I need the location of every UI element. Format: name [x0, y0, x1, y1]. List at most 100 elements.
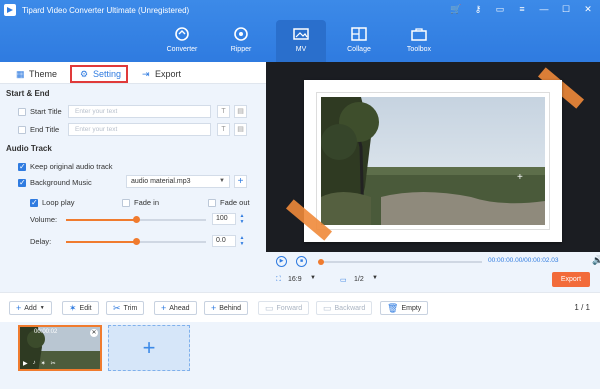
progress-track[interactable]	[318, 261, 482, 263]
tab-export[interactable]: ⇥ Export	[142, 65, 181, 83]
add-button[interactable]: + Add ▼	[9, 301, 52, 315]
nav-mv[interactable]: MV	[276, 20, 326, 62]
window-controls: 🛒 ⚷ ▭ ≡ — ☐ ✕	[450, 3, 594, 15]
timeline-clip[interactable]: 00:00:02 ✕ ▶ ♪ ✶ ✂	[18, 325, 102, 371]
edit-button[interactable]: ✶ Edit	[62, 301, 99, 315]
start-title-edit-button[interactable]: ▤	[234, 105, 247, 118]
end-title-label: End Title	[30, 125, 60, 134]
volume-label: Volume:	[30, 215, 58, 224]
start-title-font-button[interactable]: T	[217, 105, 230, 118]
nav-converter-label: Converter	[166, 46, 198, 53]
minimize-icon[interactable]: —	[538, 3, 550, 15]
forward-button[interactable]: ▭ Forward	[258, 301, 310, 315]
player-controls: ▶ ■ 00:00:00.00/00:00:02.03 🔊 ⛶ 16:9 ▼ ▭…	[266, 252, 600, 292]
main-nav: Converter Ripper MV Collage Toolbox	[0, 20, 600, 62]
volume-input[interactable]: 100	[212, 213, 236, 225]
nav-converter[interactable]: Converter	[157, 20, 207, 62]
volume-stepper[interactable]: ▲ ▼	[238, 213, 246, 225]
behind-button[interactable]: + Behind	[204, 301, 249, 315]
ahead-icon: +	[161, 303, 167, 313]
chat-icon[interactable]: ▭	[494, 3, 506, 15]
maximize-icon[interactable]: ☐	[560, 3, 572, 15]
aspect-ratio-select[interactable]: 16:9	[288, 276, 302, 283]
end-title-checkbox[interactable]	[18, 125, 26, 134]
background-music-value: audio material.mp3	[131, 178, 191, 185]
key-icon[interactable]: ⚷	[472, 3, 484, 15]
close-icon[interactable]: ✕	[582, 3, 594, 15]
stop-button[interactable]: ■	[296, 256, 307, 267]
menu-icon[interactable]: ≡	[516, 3, 528, 15]
delay-slider-fill	[66, 241, 136, 243]
time-display: 00:00:00.00/00:00:02.03	[488, 257, 559, 264]
behind-icon: +	[211, 303, 217, 313]
start-title-label: Start Title	[30, 107, 62, 116]
keep-original-row: Keep original audio track	[18, 162, 113, 171]
fade-out-label: Fade out	[220, 198, 250, 207]
delay-input[interactable]: 0.0	[212, 235, 236, 247]
add-music-button[interactable]: +	[234, 175, 247, 188]
gear-icon: ⚙	[80, 68, 89, 79]
backward-button[interactable]: ▭ Backward	[316, 301, 373, 315]
background-music-select[interactable]: audio material.mp3 ▼	[126, 175, 230, 188]
delay-slider[interactable]	[66, 238, 206, 245]
start-title-row: Start Title	[18, 107, 62, 116]
delay-stepper[interactable]: ▲ ▼	[238, 235, 246, 247]
end-title-font-button[interactable]: T	[217, 123, 230, 136]
forward-label: Forward	[276, 304, 303, 312]
trim-button[interactable]: ✂ Trim	[106, 301, 145, 315]
trim-label: Trim	[123, 304, 138, 312]
end-title-edit-button[interactable]: ▤	[234, 123, 247, 136]
ahead-label: Ahead	[169, 304, 190, 312]
mv-icon	[293, 28, 309, 40]
keep-original-checkbox[interactable]	[18, 162, 26, 171]
ahead-button[interactable]: + Ahead	[154, 301, 197, 315]
volume-slider-fill	[66, 219, 136, 221]
background-music-label: Background Music	[30, 178, 92, 187]
tab-export-label: Export	[155, 69, 182, 79]
nav-toolbox[interactable]: Toolbox	[394, 20, 444, 62]
play-button[interactable]: ▶	[276, 256, 287, 267]
audio-track-heading: Audio Track	[6, 144, 52, 153]
start-title-input[interactable]: Enter your text	[68, 105, 211, 118]
photo-frame	[304, 80, 562, 242]
backward-label: Backward	[334, 304, 366, 312]
add-clip-button[interactable]: +	[108, 325, 190, 371]
clip-audio-icon[interactable]: ♪	[33, 360, 36, 367]
start-title-checkbox[interactable]	[18, 107, 26, 116]
tab-theme[interactable]: ▦ Theme	[16, 65, 57, 83]
cart-icon[interactable]: 🛒	[450, 3, 462, 15]
clip-effect-icon[interactable]: ✶	[41, 360, 46, 367]
nav-ripper[interactable]: Ripper	[216, 20, 266, 62]
loop-play-label: Loop play	[42, 198, 75, 207]
end-title-input[interactable]: Enter your text	[68, 123, 211, 136]
clip-cut-icon[interactable]: ✂	[51, 360, 56, 367]
crosshair-icon: +	[517, 172, 523, 183]
fade-out-row: Fade out	[208, 198, 250, 207]
tab-setting[interactable]: ⚙ Setting	[70, 65, 128, 83]
start-end-heading: Start & End	[6, 89, 50, 98]
clip-toolbar: + Add ▼ ✶ Edit ✂ Trim + Ahead + Behind ▭…	[0, 292, 600, 322]
volume-slider-knob[interactable]	[133, 216, 140, 223]
delay-slider-knob[interactable]	[133, 238, 140, 245]
clip-close-icon[interactable]: ✕	[90, 329, 98, 337]
nav-mv-label: MV	[295, 46, 307, 53]
clip-play-icon[interactable]: ▶	[23, 360, 28, 367]
volume-slider[interactable]	[66, 216, 206, 223]
timeline: 00:00:02 ✕ ▶ ♪ ✶ ✂ +	[0, 322, 600, 389]
background-music-checkbox[interactable]	[18, 178, 26, 187]
aspect-ratio-icon: ⛶	[276, 276, 281, 283]
empty-button[interactable]: 🗑 Empty	[380, 301, 429, 315]
app-logo-icon	[4, 4, 16, 16]
nav-collage[interactable]: Collage	[334, 20, 384, 62]
export-button[interactable]: Export	[552, 272, 590, 287]
fade-in-checkbox[interactable]	[122, 198, 130, 207]
delay-label: Delay:	[30, 237, 52, 246]
fade-out-checkbox[interactable]	[208, 198, 216, 207]
volume-icon[interactable]: 🔊	[592, 255, 600, 266]
scissors-icon: ✂	[113, 302, 121, 313]
progress-knob[interactable]	[318, 259, 324, 265]
end-title-row: End Title	[18, 125, 59, 134]
loop-play-checkbox[interactable]	[30, 198, 38, 207]
page-select[interactable]: 1/2	[354, 276, 364, 283]
backward-icon: ▭	[323, 302, 332, 313]
